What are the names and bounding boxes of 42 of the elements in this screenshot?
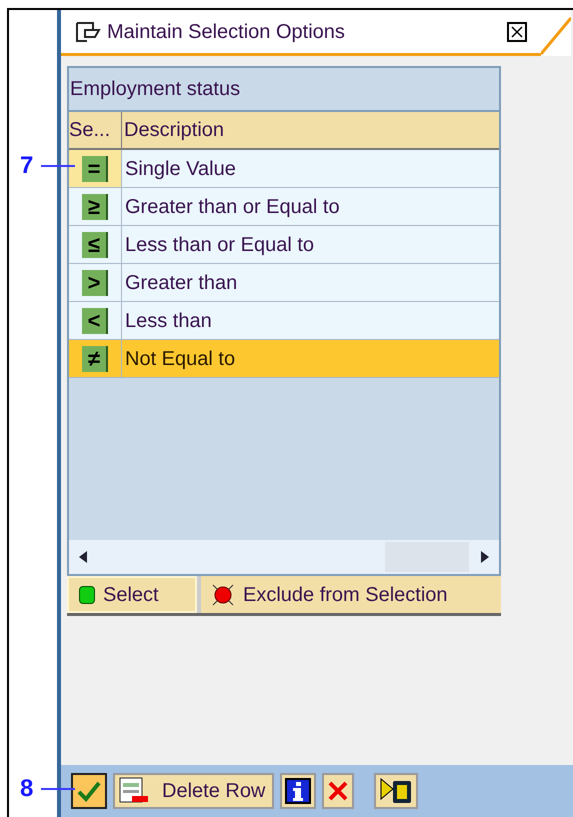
leader-line xyxy=(41,165,76,167)
table-row[interactable]: ≥ Greater than or Equal to xyxy=(69,188,499,226)
table-cell-text: Less than or Equal to xyxy=(124,232,316,258)
info-icon xyxy=(285,778,312,804)
table-cell-text: Less than xyxy=(124,308,213,334)
tab[interactable]: Exclude from Selection xyxy=(197,576,501,613)
symbol-cell[interactable]: ≥ xyxy=(69,188,122,225)
column-header[interactable]: Se... xyxy=(69,112,122,148)
column-header[interactable]: Description xyxy=(122,112,499,148)
symbol-cell[interactable]: < xyxy=(69,302,122,339)
table-row[interactable]: ≤ Less than or Equal to xyxy=(69,226,499,264)
table-cell-text: Single Value xyxy=(124,156,237,182)
cancel-button[interactable] xyxy=(322,773,354,809)
checkmark-icon xyxy=(76,779,102,803)
table-cell-text: Greater than xyxy=(124,270,238,296)
more-button[interactable] xyxy=(374,773,418,809)
close-icon xyxy=(327,780,350,802)
table-row[interactable]: > Greater than xyxy=(69,264,499,302)
confirm-button[interactable] xyxy=(71,773,107,809)
symbol-cell[interactable]: ≤ xyxy=(69,226,122,263)
leader-line xyxy=(41,788,76,790)
close-icon xyxy=(511,26,523,38)
callout-number: 8 xyxy=(20,777,34,801)
table-row[interactable]: < Less than xyxy=(69,302,499,340)
close-button[interactable] xyxy=(507,22,527,42)
horizontal-scrollbar[interactable] xyxy=(69,540,499,574)
table-row[interactable]: ≠ Not Equal to xyxy=(69,340,499,378)
stop-light-icon xyxy=(211,582,235,606)
table-cell-text: Not Equal to xyxy=(124,346,236,372)
window-icon xyxy=(75,20,101,42)
list-arrow-icon xyxy=(379,777,414,805)
table-row[interactable]: = Single Value xyxy=(69,150,499,188)
symbol-cell[interactable]: = xyxy=(69,150,122,187)
info-button[interactable] xyxy=(280,773,316,809)
tab[interactable]: Select xyxy=(67,576,197,613)
symbol-cell[interactable]: ≠ xyxy=(69,340,122,377)
callout-number: 7 xyxy=(20,154,34,178)
window-title: Maintain Selection Options xyxy=(107,20,345,44)
delete-row-button[interactable]: Delete Row xyxy=(113,773,274,809)
table-cell-text: Greater than or Equal to xyxy=(124,194,341,220)
symbol-cell[interactable]: > xyxy=(69,264,122,301)
square-icon xyxy=(79,586,95,604)
